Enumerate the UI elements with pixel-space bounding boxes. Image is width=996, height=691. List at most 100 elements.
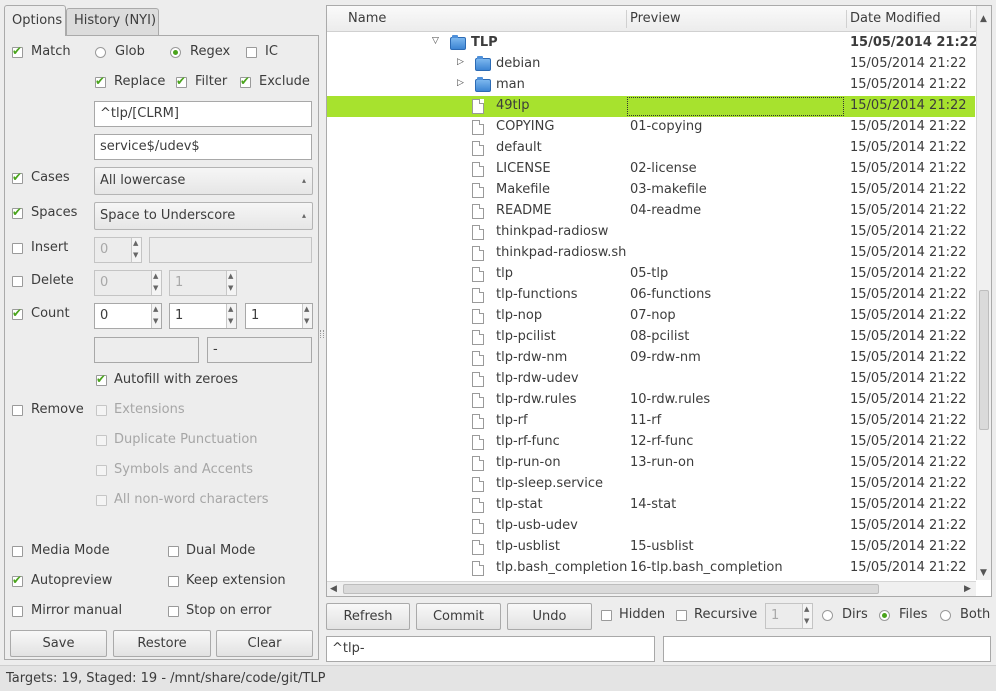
tree-row[interactable]: tlp-usb-udev 15/05/2014 21:22 [327, 516, 975, 537]
tree-row[interactable]: tlp.bash_completion 16-tlp.bash_completio… [327, 558, 975, 579]
dirs-radio[interactable] [822, 610, 833, 621]
tree-row[interactable]: ▷ debian 15/05/2014 21:22 [327, 54, 975, 75]
tree-row[interactable]: tlp-rf 11-rf 15/05/2014 21:22 [327, 411, 975, 432]
tab-history[interactable]: History (NYI) [66, 8, 159, 35]
tree-row[interactable]: default 15/05/2014 21:22 [327, 138, 975, 159]
tree-row[interactable]: ▷ man 15/05/2014 21:22 [327, 75, 975, 96]
regex-radio[interactable] [170, 47, 181, 58]
depth-spinner[interactable]: 1 ▲ ▼ [765, 603, 813, 629]
tree-row[interactable]: tlp-run-on 13-run-on 15/05/2014 21:22 [327, 453, 975, 474]
tree-row[interactable]: tlp-nop 07-nop 15/05/2014 21:22 [327, 306, 975, 327]
chevron-up-icon[interactable]: ▲ [980, 14, 987, 24]
glob-radio[interactable] [95, 47, 106, 58]
undo-button[interactable]: Undo [507, 603, 592, 630]
column-name-header[interactable]: Name [348, 11, 386, 26]
file-tree[interactable]: Name Preview Date Modified ▽ TLP 15/05/201… [326, 5, 992, 597]
autopreview-checkbox[interactable] [12, 573, 23, 587]
tree-row[interactable]: tlp-rdw.rules 10-rdw.rules 15/05/2014 21:2… [327, 390, 975, 411]
delete-to-spinner[interactable]: 1 ▲ ▼ [169, 270, 237, 296]
commit-button[interactable]: Commit [416, 603, 501, 630]
both-radio[interactable] [940, 610, 951, 621]
spinner-buttons[interactable]: ▲ ▼ [226, 304, 236, 328]
replace-pattern-input[interactable]: service$/udev$ [94, 134, 312, 160]
restore-button[interactable]: Restore [113, 630, 211, 657]
insert-position-spinner[interactable]: 0 ▲ ▼ [94, 237, 142, 263]
files-radio[interactable] [879, 610, 890, 621]
mirror-checkbox[interactable] [12, 606, 23, 617]
count-checkbox[interactable] [12, 306, 23, 320]
tree-row[interactable]: 49tlp 15/05/2014 21:22 [327, 96, 975, 117]
tree-row[interactable]: tlp-sleep.service 15/05/2014 21:22 [327, 474, 975, 495]
expander-open-icon[interactable]: ▽ [432, 36, 439, 46]
tree-row[interactable]: README 04-readme 15/05/2014 21:22 [327, 201, 975, 222]
vertical-scrollbar[interactable]: ▲ ▼ [976, 6, 991, 580]
media-mode-checkbox[interactable] [12, 546, 23, 557]
insert-text-input[interactable] [149, 237, 312, 263]
extensions-checkbox[interactable] [96, 405, 107, 416]
count-digits-spinner[interactable]: 1 ▲ ▼ [245, 303, 313, 329]
clear-button[interactable]: Clear [216, 630, 313, 657]
path-filter-input[interactable]: ^tlp- [326, 636, 655, 662]
autofill-checkbox[interactable] [96, 372, 107, 386]
spinner-buttons[interactable]: ▲ ▼ [302, 304, 312, 328]
spinner-buttons[interactable]: ▲ ▼ [226, 271, 236, 295]
cases-select[interactable]: All lowercase ▴▾ [94, 167, 313, 211]
recursive-checkbox[interactable] [676, 610, 687, 621]
tree-row[interactable]: tlp 05-tlp 15/05/2014 21:22 [327, 264, 975, 285]
remove-checkbox[interactable] [12, 405, 23, 416]
tree-row[interactable]: tlp-rdw-udev 15/05/2014 21:22 [327, 369, 975, 390]
count-suffix-input[interactable]: - [207, 337, 312, 363]
filter-checkbox[interactable] [176, 74, 187, 88]
scrollbar-thumb[interactable] [343, 584, 879, 594]
tree-row[interactable]: tlp-rdw-nm 09-rdw-nm 15/05/2014 21:22 [327, 348, 975, 369]
tree-row[interactable]: thinkpad-radiosw.sh 15/05/2014 21:22 [327, 243, 975, 264]
count-prefix-input[interactable] [94, 337, 199, 363]
spaces-select[interactable]: Space to Underscore ▴▾ [94, 202, 313, 246]
match-pattern-input[interactable]: ^tlp/[CLRM] [94, 101, 312, 127]
splitter-handle[interactable] [320, 330, 324, 338]
column-date-header[interactable]: Date Modified [850, 11, 941, 26]
match-checkbox[interactable] [12, 44, 23, 58]
nonword-checkbox[interactable] [96, 495, 107, 506]
expander-closed-icon[interactable]: ▷ [457, 78, 464, 88]
delete-from-spinner[interactable]: 0 ▲ ▼ [94, 270, 162, 296]
second-filter-input[interactable] [663, 636, 991, 662]
tree-row[interactable]: tlp-stat 14-stat 15/05/2014 21:22 [327, 495, 975, 516]
expander-closed-icon[interactable]: ▷ [457, 57, 464, 67]
symbols-checkbox[interactable] [96, 465, 107, 476]
stop-error-checkbox[interactable] [168, 606, 179, 617]
tree-row[interactable]: tlp-pcilist 08-pcilist 15/05/2014 21:22 [327, 327, 975, 348]
tree-row[interactable]: tlp-rf-func 12-rf-func 15/05/2014 21:22 [327, 432, 975, 453]
count-step-spinner[interactable]: 1 ▲ ▼ [169, 303, 237, 329]
spinner-buttons[interactable]: ▲ ▼ [802, 604, 812, 628]
scrollbar-thumb[interactable] [979, 290, 989, 430]
delete-checkbox[interactable] [12, 276, 23, 287]
replace-checkbox[interactable] [95, 74, 106, 88]
tree-row[interactable]: tlp-functions 06-functions 15/05/2014 21:2… [327, 285, 975, 306]
save-button[interactable]: Save [10, 630, 107, 657]
dual-mode-checkbox[interactable] [168, 546, 179, 557]
horizontal-scrollbar[interactable]: ◀ ▶ [327, 581, 976, 596]
tree-row[interactable]: thinkpad-radiosw 15/05/2014 21:22 [327, 222, 975, 243]
spinner-buttons[interactable]: ▲ ▼ [131, 238, 141, 262]
column-preview-header[interactable]: Preview [630, 11, 681, 26]
exclude-checkbox[interactable] [240, 74, 251, 88]
chevron-left-icon[interactable]: ◀ [330, 584, 337, 594]
spinner-buttons[interactable]: ▲ ▼ [151, 271, 161, 295]
keep-ext-checkbox[interactable] [168, 576, 179, 587]
tree-row[interactable]: LICENSE 02-license 15/05/2014 21:22 [327, 159, 975, 180]
chevron-down-icon[interactable]: ▼ [980, 568, 987, 578]
spaces-checkbox[interactable] [12, 205, 23, 219]
insert-checkbox[interactable] [12, 243, 23, 254]
dup-punct-checkbox[interactable] [96, 435, 107, 446]
tree-row[interactable]: COPYING 01-copying 15/05/2014 21:22 [327, 117, 975, 138]
chevron-right-icon[interactable]: ▶ [964, 584, 971, 594]
tab-options[interactable]: Options [4, 5, 66, 36]
ic-checkbox[interactable] [246, 47, 257, 58]
cases-checkbox[interactable] [12, 170, 23, 184]
count-start-spinner[interactable]: 0 ▲ ▼ [94, 303, 162, 329]
spinner-buttons[interactable]: ▲ ▼ [151, 304, 161, 328]
tree-row[interactable]: Makefile 03-makefile 15/05/2014 21:22 [327, 180, 975, 201]
refresh-button[interactable]: Refresh [326, 603, 410, 630]
tree-row[interactable]: ▽ TLP 15/05/2014 21:22 [327, 33, 978, 54]
